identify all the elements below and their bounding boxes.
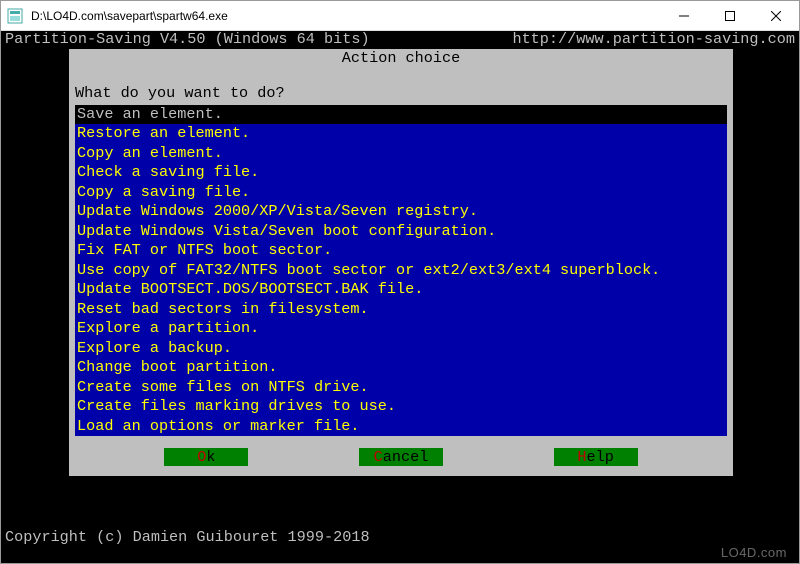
action-list-item[interactable]: Check a saving file. <box>75 163 727 183</box>
action-list-item[interactable]: Create files marking drives to use. <box>75 397 727 417</box>
action-list-item[interactable]: Change boot partition. <box>75 358 727 378</box>
help-hotkey: H <box>577 448 586 466</box>
action-list-item[interactable]: Update BOOTSECT.DOS/BOOTSECT.BAK file. <box>75 280 727 300</box>
close-button[interactable] <box>753 1 799 31</box>
action-list-item[interactable]: Copy a saving file. <box>75 183 727 203</box>
ok-button[interactable]: Ok <box>164 448 248 466</box>
app-window: D:\LO4D.com\savepart\spartw64.exe Partit… <box>0 0 800 564</box>
action-list-item[interactable]: Update Windows Vista/Seven boot configur… <box>75 222 727 242</box>
app-name-version: Partition-Saving V4.50 (Windows 64 bits) <box>5 31 370 49</box>
action-list-item[interactable]: Restore an element. <box>75 124 727 144</box>
dialog-prompt: What do you want to do? <box>75 85 727 103</box>
action-list-item[interactable]: Fix FAT or NTFS boot sector. <box>75 241 727 261</box>
titlebar: D:\LO4D.com\savepart\spartw64.exe <box>1 1 799 31</box>
cancel-label-rest: ancel <box>383 448 429 466</box>
cancel-button[interactable]: Cancel <box>359 448 443 466</box>
dialog-prompt-area: What do you want to do? <box>69 67 733 105</box>
dialog-button-row: Ok Cancel Help <box>69 442 733 476</box>
console-area: Partition-Saving V4.50 (Windows 64 bits)… <box>1 31 799 563</box>
action-list-item[interactable]: Create some files on NTFS drive. <box>75 378 727 398</box>
action-list-item[interactable]: Save an element. <box>75 105 727 125</box>
action-list-item[interactable]: Reset bad sectors in filesystem. <box>75 300 727 320</box>
app-header: Partition-Saving V4.50 (Windows 64 bits)… <box>1 31 799 49</box>
action-list-item[interactable]: Update Windows 2000/XP/Vista/Seven regis… <box>75 202 727 222</box>
action-list-item[interactable]: Copy an element. <box>75 144 727 164</box>
action-list-item[interactable]: Explore a partition. <box>75 319 727 339</box>
minimize-button[interactable] <box>661 1 707 31</box>
app-icon <box>7 8 23 24</box>
ok-hotkey: O <box>197 448 206 466</box>
cancel-hotkey: C <box>374 448 383 466</box>
ok-label-rest: k <box>206 448 215 466</box>
dialog-title: Action choice <box>69 49 733 67</box>
maximize-button[interactable] <box>707 1 753 31</box>
window-title: D:\LO4D.com\savepart\spartw64.exe <box>29 9 661 23</box>
help-label-rest: elp <box>587 448 614 466</box>
action-list-item[interactable]: Use copy of FAT32/NTFS boot sector or ex… <box>75 261 727 281</box>
action-list[interactable]: Save an element.Restore an element.Copy … <box>75 105 727 437</box>
action-dialog: Action choice What do you want to do? Sa… <box>69 49 733 476</box>
watermark: LO4D.com <box>721 544 787 562</box>
app-url: http://www.partition-saving.com <box>512 31 795 49</box>
copyright-footer: Copyright (c) Damien Guibouret 1999-2018 <box>1 529 370 547</box>
action-list-item[interactable]: Load an options or marker file. <box>75 417 727 437</box>
action-list-item[interactable]: Explore a backup. <box>75 339 727 359</box>
help-button[interactable]: Help <box>554 448 638 466</box>
